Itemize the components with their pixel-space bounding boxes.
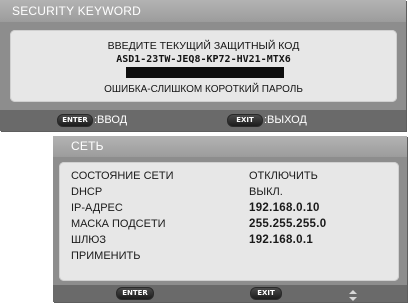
dhcp-value[interactable]: ВЫКЛ. bbox=[249, 186, 283, 198]
exit-key-icon[interactable]: EXIT bbox=[250, 287, 282, 300]
network-settings-box: СОСТОЯНИЕ СЕТИ ОТКЛЮЧИТЬ DHCP ВЫКЛ. IP-А… bbox=[59, 162, 399, 281]
ip-address-value[interactable]: 192.168.0.10 bbox=[249, 202, 320, 214]
security-dialog-body: ВВЕДИТЕ ТЕКУЩИЙ ЗАЩИТНЫЙ КОД ASD1-23TW-J… bbox=[10, 30, 397, 102]
security-error-message: ОШИБКА-СЛИШКОМ КОРОТКИЙ ПАРОЛЬ bbox=[104, 84, 303, 95]
exit-label: :ВЫХОД bbox=[264, 114, 307, 126]
dhcp-label: DHCP bbox=[71, 186, 103, 198]
network-menu-title: СЕТЬ bbox=[53, 136, 407, 157]
apply-menu-item[interactable]: ПРИМЕНИТЬ bbox=[71, 250, 140, 262]
security-keyword-dialog: SECURITY KEYWORD ВВЕДИТЕ ТЕКУЩИЙ ЗАЩИТНЫ… bbox=[0, 0, 406, 131]
subnet-mask-label: МАСКА ПОДСЕТИ bbox=[71, 218, 166, 230]
network-status-label: СОСТОЯНИЕ СЕТИ bbox=[71, 170, 174, 182]
security-dialog-title: SECURITY KEYWORD bbox=[0, 0, 406, 22]
network-status-value[interactable]: ОТКЛЮЧИТЬ bbox=[249, 170, 318, 182]
network-menu: СЕТЬ СОСТОЯНИЕ СЕТИ ОТКЛЮЧИТЬ DHCP ВЫКЛ.… bbox=[53, 136, 407, 302]
ip-address-label: IP-АДРЕС bbox=[71, 202, 123, 214]
exit-key-icon[interactable]: EXIT bbox=[227, 114, 263, 127]
security-dialog-footer: ENTER :ВВОД EXIT :ВЫХОД bbox=[0, 110, 406, 131]
gateway-label: ШЛЮЗ bbox=[71, 234, 107, 246]
gateway-value[interactable]: 192.168.0.1 bbox=[249, 234, 313, 246]
enter-label: :ВВОД bbox=[94, 114, 128, 126]
security-code: ASD1-23TW-JEQ8-KP72-HV21-MTX6 bbox=[116, 54, 291, 65]
security-keyword-input[interactable] bbox=[126, 67, 284, 78]
security-prompt: ВВЕДИТЕ ТЕКУЩИЙ ЗАЩИТНЫЙ КОД bbox=[107, 40, 300, 52]
network-menu-footer: ENTER EXIT bbox=[53, 285, 407, 302]
enter-key-icon[interactable]: ENTER bbox=[57, 114, 93, 127]
up-down-arrows-icon bbox=[349, 288, 357, 301]
enter-key-icon[interactable]: ENTER bbox=[116, 287, 154, 300]
subnet-mask-value[interactable]: 255.255.255.0 bbox=[249, 218, 326, 230]
